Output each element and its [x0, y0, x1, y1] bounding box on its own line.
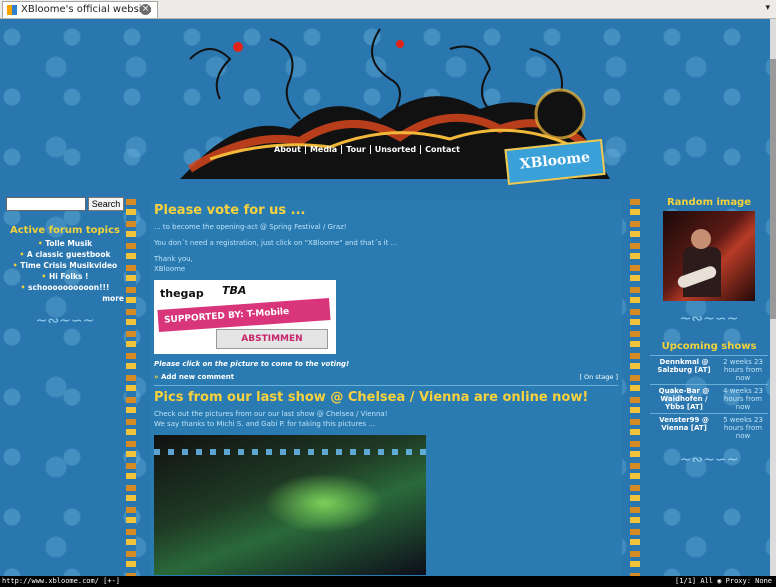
table-row: Venster99 @ Vienna [AT] 5 weeks 23 hours… [650, 413, 768, 442]
left-decorative-strip [126, 199, 136, 576]
nav-tour[interactable]: Tour [341, 145, 370, 154]
browser-tabbar: XBloome's official website × ▾ [0, 0, 776, 19]
stage-lights [154, 449, 426, 455]
search-input[interactable] [6, 197, 86, 211]
post-vote: Please vote for us ... ... to become the… [150, 203, 622, 386]
browser-tab[interactable]: XBloome's official website × [2, 1, 158, 18]
status-position: [1/1] All [675, 577, 713, 585]
singer-head [691, 229, 711, 249]
tab-list-chevron-icon[interactable]: ▾ [765, 3, 770, 13]
voting-banner-image[interactable]: thegap TBA SUPPORTED BY: T-Mobile ABSTIM… [154, 280, 336, 354]
scrollbar-thumb[interactable] [770, 59, 776, 319]
close-tab-icon[interactable]: × [140, 4, 151, 15]
forum-topic-link[interactable]: Time Crisis Musikvideo [6, 260, 124, 271]
post-text: XBloome [154, 265, 186, 273]
table-row: Quake-Bar @ Waidhofen / Ybbs [AT] 4 week… [650, 384, 768, 414]
site-favicon-icon [7, 5, 17, 15]
status-info: [1/1] All ◉ Proxy: None [675, 576, 772, 587]
nav-media[interactable]: Media [304, 145, 341, 154]
page-scrollbar[interactable] [770, 19, 776, 576]
search-button[interactable]: Search [88, 197, 124, 211]
search-form: Search [6, 197, 124, 211]
random-image[interactable] [663, 211, 755, 301]
taxonomy-tag-link[interactable]: [ On stage ] [579, 373, 618, 381]
web-page: About Media Tour Unsorted Contact XBloom… [0, 19, 770, 576]
post-title[interactable]: Please vote for us ... [154, 203, 618, 218]
main-content: Please vote for us ... ... to become the… [150, 199, 622, 576]
browser-statusbar: http://www.xbloome.com/ [+-] [1/1] All ◉… [0, 576, 776, 587]
swirl-divider-icon: ~∾~∽~ [35, 313, 95, 329]
status-proxy: Proxy: None [725, 577, 772, 585]
forum-topic-link[interactable]: Hi Folks ! [6, 271, 124, 282]
forum-topic-list: Tolle Musik A classic guestbook Time Cri… [6, 238, 124, 293]
upcoming-shows-table: Dennkmal @ Salzburg [AT] 2 weeks 23 hour… [650, 355, 768, 442]
post-text: We say thanks to Michi S. and Gabi P. fo… [154, 420, 376, 428]
swirl-divider-icon: ~∾~∽~ [679, 452, 739, 468]
site-header: About Media Tour Unsorted Contact XBloom… [150, 19, 620, 199]
post-pics: Pics from our last show @ Chelsea / Vien… [150, 390, 622, 575]
forum-topic-link[interactable]: A classic guestbook [6, 249, 124, 260]
post-text: ... to become the opening-act @ Spring F… [154, 223, 347, 231]
nav-about[interactable]: About [270, 145, 305, 154]
show-date: 5 weeks 23 hours from now [718, 413, 768, 442]
status-globe-icon: ◉ [717, 577, 722, 585]
forum-topic-link[interactable]: Tolle Musik [6, 238, 124, 249]
nav-contact[interactable]: Contact [420, 145, 464, 154]
banner-supported-by: SUPPORTED BY: T-Mobile [157, 298, 331, 332]
post-footer: Add new comment [ On stage ] [154, 373, 618, 386]
show-venue-link[interactable]: Quake-Bar @ Waidhofen / Ybbs [AT] [650, 384, 718, 414]
nav-unsorted[interactable]: Unsorted [369, 145, 420, 154]
post-caption: Please click on the picture to come to t… [154, 360, 350, 368]
forum-topic-link[interactable]: schoooooooooon!!! [6, 282, 124, 293]
table-row: Dennkmal @ Salzburg [AT] 2 weeks 23 hour… [650, 355, 768, 385]
random-image-title: Random image [666, 197, 752, 208]
add-comment-link[interactable]: Add new comment [154, 373, 234, 381]
post-title[interactable]: Pics from our last show @ Chelsea / Vien… [154, 390, 618, 405]
post-text: Check out the pictures from our our last… [154, 410, 388, 418]
tab-title: XBloome's official website [21, 4, 152, 15]
post-text: You don´t need a registration, just clic… [154, 239, 398, 247]
right-sidebar: Random image ~∾~∽~ Upcoming shows Dennkm… [648, 197, 770, 468]
forum-block-title: Active forum topics [10, 225, 120, 236]
forum-more-link[interactable]: more [6, 294, 124, 303]
post-text: Thank you, [154, 255, 193, 263]
show-venue-link[interactable]: Dennkmal @ Salzburg [AT] [650, 355, 718, 385]
status-url: http://www.xbloome.com/ [+-] [2, 577, 121, 585]
show-date: 4 weeks 23 hours from now [718, 384, 768, 414]
concert-photo[interactable] [154, 435, 426, 575]
upcoming-shows-title: Upcoming shows [661, 341, 757, 352]
banner-thegap: thegap [160, 287, 204, 300]
right-decorative-strip [630, 199, 640, 576]
swirl-divider-icon: ~∾~∽~ [679, 311, 739, 327]
left-sidebar: Search Active forum topics Tolle Musik A… [6, 197, 124, 329]
banner-tba: TBA [222, 284, 247, 297]
show-venue-link[interactable]: Venster99 @ Vienna [AT] [650, 413, 718, 442]
show-date: 2 weeks 23 hours from now [718, 355, 768, 385]
banner-abstimmen-button[interactable]: ABSTIMMEN [216, 329, 328, 349]
stage-glow [264, 473, 384, 533]
main-navigation: About Media Tour Unsorted Contact [270, 145, 464, 154]
